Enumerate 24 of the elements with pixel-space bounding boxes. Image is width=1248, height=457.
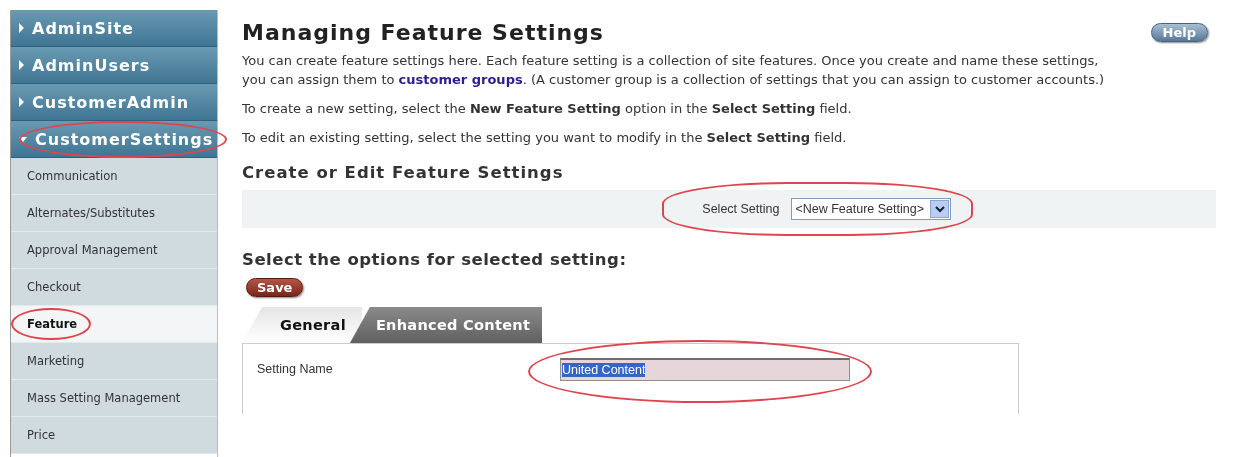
- customer-groups-link[interactable]: customer groups: [398, 72, 523, 87]
- select-setting-dropdown[interactable]: <New Feature Setting>: [791, 198, 951, 220]
- sidebar-item[interactable]: Communication: [11, 158, 217, 195]
- sidebar-item[interactable]: Mass Setting Management: [11, 380, 217, 417]
- sidebar-group-header[interactable]: CustomerAdmin: [11, 84, 217, 121]
- description-text: To create a new setting, select the New Feature Setting option in the Select Setting field.: [242, 100, 853, 118]
- field-label: Setting Name: [257, 362, 334, 376]
- description-text: You can create feature settings here. Each feature setting is a collection of site features. Once you create and name these settings, you can assign them to customer groups. (A customer group is a collection of settings that you can assign to customer accounts.): [242, 52, 1106, 89]
- save-button[interactable]: Save: [246, 278, 304, 297]
- sidebar-group-header[interactable]: AdminUsers: [11, 47, 217, 84]
- sidebar-item[interactable]: Approval Management: [11, 232, 217, 269]
- section-title: Select the options for selected setting:: [242, 250, 628, 269]
- sidebar-item[interactable]: Price: [11, 417, 217, 454]
- sidebar-item[interactable]: Marketing: [11, 343, 217, 380]
- description-text: To edit an existing setting, select the setting you want to modify in the Select Setting field.: [242, 129, 848, 147]
- page-title: Managing Feature Settings: [242, 20, 604, 45]
- tab[interactable]: Enhanced Content: [349, 307, 543, 343]
- select-setting-label: Select Setting: [702, 202, 781, 216]
- sidebar-group-header[interactable]: AdminSite: [11, 10, 217, 47]
- sidebar-item[interactable]: Feature: [11, 306, 217, 343]
- dropdown-caret-icon: [930, 200, 949, 218]
- sidebar-item[interactable]: Checkout: [11, 269, 217, 306]
- sidebar-item[interactable]: Alternates/Substitutes: [11, 195, 217, 232]
- section-title: Create or Edit Feature Settings: [242, 163, 565, 182]
